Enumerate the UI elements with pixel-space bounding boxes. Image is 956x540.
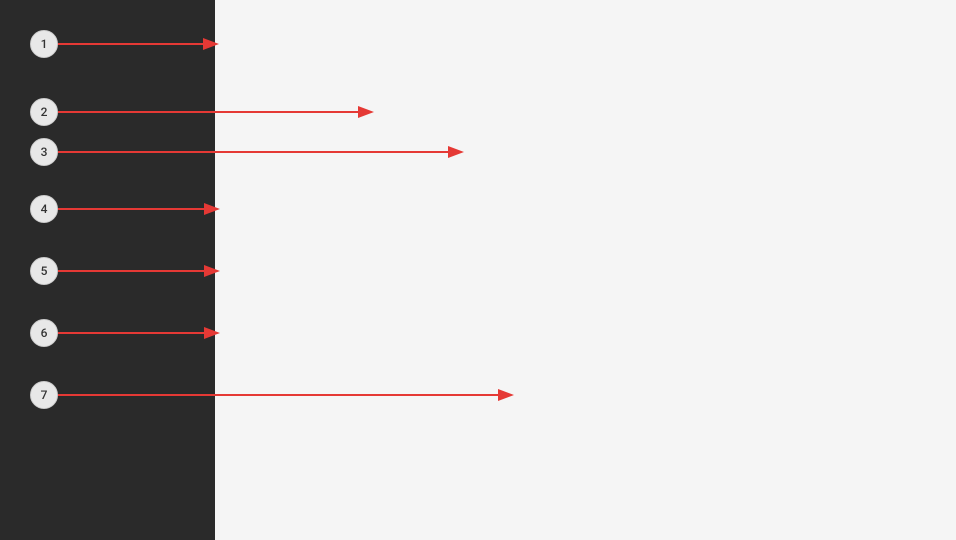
app-container: ≡ Android CI Enter a branch name. aosp-m… [0,0,956,540]
sidebar [0,0,215,540]
